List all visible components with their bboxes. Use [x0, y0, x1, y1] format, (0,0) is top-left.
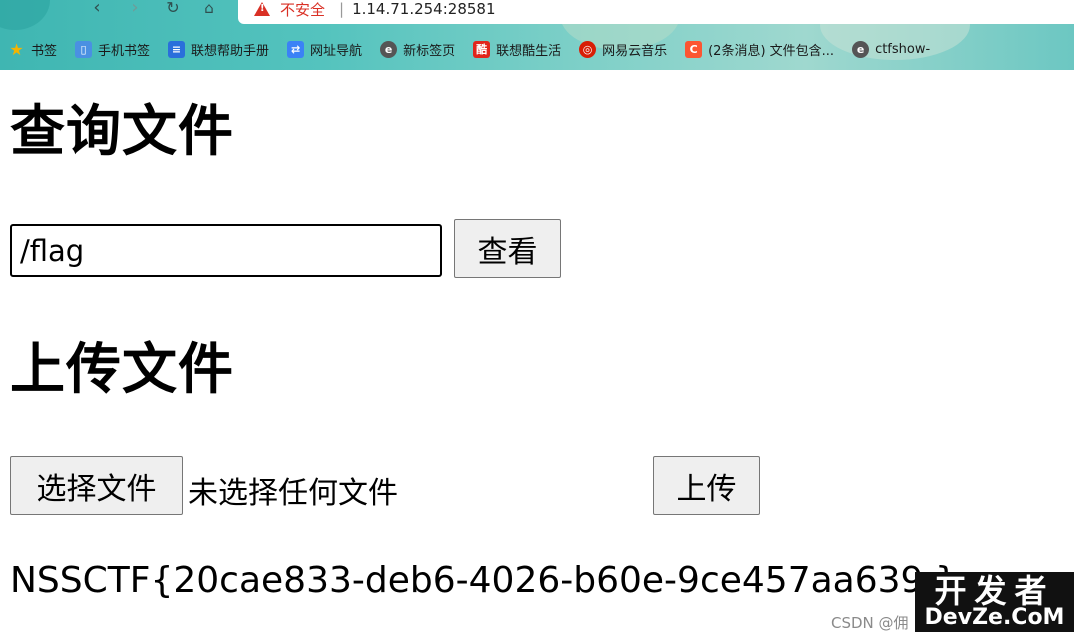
bookmark-label: 网易云音乐: [602, 43, 668, 59]
bookmark-item[interactable]: ◎ 网易云音乐: [579, 40, 667, 59]
edge-icon: e: [380, 40, 398, 58]
browser-chrome: ‹ › ↻ ⌂ 不安全 | 1.14.71.254:28581 ★ 书签 ▯ 手机书签…: [0, 0, 1074, 70]
upload-button[interactable]: 上传: [653, 456, 760, 515]
choose-file-button[interactable]: 选择文件: [10, 456, 183, 515]
edge-icon: e: [852, 40, 870, 58]
no-file-label: 未选择任何文件: [188, 476, 398, 511]
csdn-watermark: CSDN @佣: [831, 614, 909, 632]
bookmark-label: ctfshow-: [875, 41, 931, 57]
warning-icon: [254, 2, 270, 16]
bookmark-label: 联想帮助手册: [191, 43, 270, 59]
star-icon: ★: [9, 39, 24, 59]
home-icon[interactable]: ⌂: [198, 0, 220, 20]
devze-watermark-logo: 开发者 DevZe.CoM: [915, 572, 1074, 632]
bookmark-item[interactable]: e ctfshow-: [852, 40, 931, 58]
view-button[interactable]: 查看: [454, 219, 561, 278]
upload-heading: 上传文件: [10, 337, 235, 401]
bookmark-label: 手机书签: [98, 43, 151, 59]
security-label: 不安全: [280, 0, 326, 19]
bookmark-item[interactable]: ★ 书签: [8, 40, 57, 59]
bookmark-label: 书签: [31, 43, 58, 59]
page-content: 查询文件 查看 上传文件 选择文件 未选择任何文件 上传 NSSCTF{20ca…: [0, 70, 1074, 640]
phone-icon: ▯: [75, 40, 93, 58]
navigation-bar: ‹ › ↻ ⌂ 不安全 | 1.14.71.254:28581: [0, 0, 1074, 26]
bookmark-item[interactable]: C (2条消息) 文件包含...: [685, 40, 834, 59]
lenovo-icon: 酷: [473, 40, 491, 58]
address-separator: |: [339, 0, 345, 18]
back-icon[interactable]: ‹: [86, 0, 108, 20]
address-url: 1.14.71.254:28581: [352, 0, 496, 18]
bookmark-label: 网址导航: [310, 43, 363, 59]
bookmark-label: 新标签页: [403, 43, 456, 59]
bookmark-item[interactable]: ⇄ 网址导航: [287, 40, 362, 59]
flag-result: NSSCTF{20cae833-deb6-4026-b60e-9ce457aa6…: [10, 560, 958, 601]
bookmark-label: 联想酷生活: [496, 43, 562, 59]
bookmark-label: (2条消息) 文件包含...: [708, 43, 835, 59]
bookmark-item[interactable]: ▯ 手机书签: [75, 40, 150, 59]
bookmarks-bar: ★ 书签 ▯ 手机书签 ≡ 联想帮助手册 ⇄ 网址导航 e 新标签页 酷联想酷生活 ◎ 网易云音乐 C (2…: [0, 36, 1074, 62]
netease-music-icon: ◎: [579, 40, 597, 58]
reload-icon[interactable]: ↻: [162, 0, 184, 20]
bookmark-item[interactable]: 酷联想酷生活: [473, 40, 561, 59]
bookmark-item[interactable]: ≡ 联想帮助手册: [168, 40, 269, 59]
bookmark-item[interactable]: e 新标签页: [380, 40, 455, 59]
address-bar[interactable]: 不安全 | 1.14.71.254:28581: [238, 0, 1074, 24]
csdn-icon: C: [685, 40, 703, 58]
query-heading: 查询文件: [10, 99, 235, 163]
watermark-logo-top: 开发者: [934, 572, 1055, 610]
watermark-logo-bottom: DevZe.CoM: [924, 605, 1065, 630]
book-icon: ≡: [168, 40, 186, 58]
forward-icon[interactable]: ›: [124, 0, 146, 20]
nav-icon: ⇄: [287, 40, 305, 58]
file-path-input[interactable]: [10, 224, 442, 277]
